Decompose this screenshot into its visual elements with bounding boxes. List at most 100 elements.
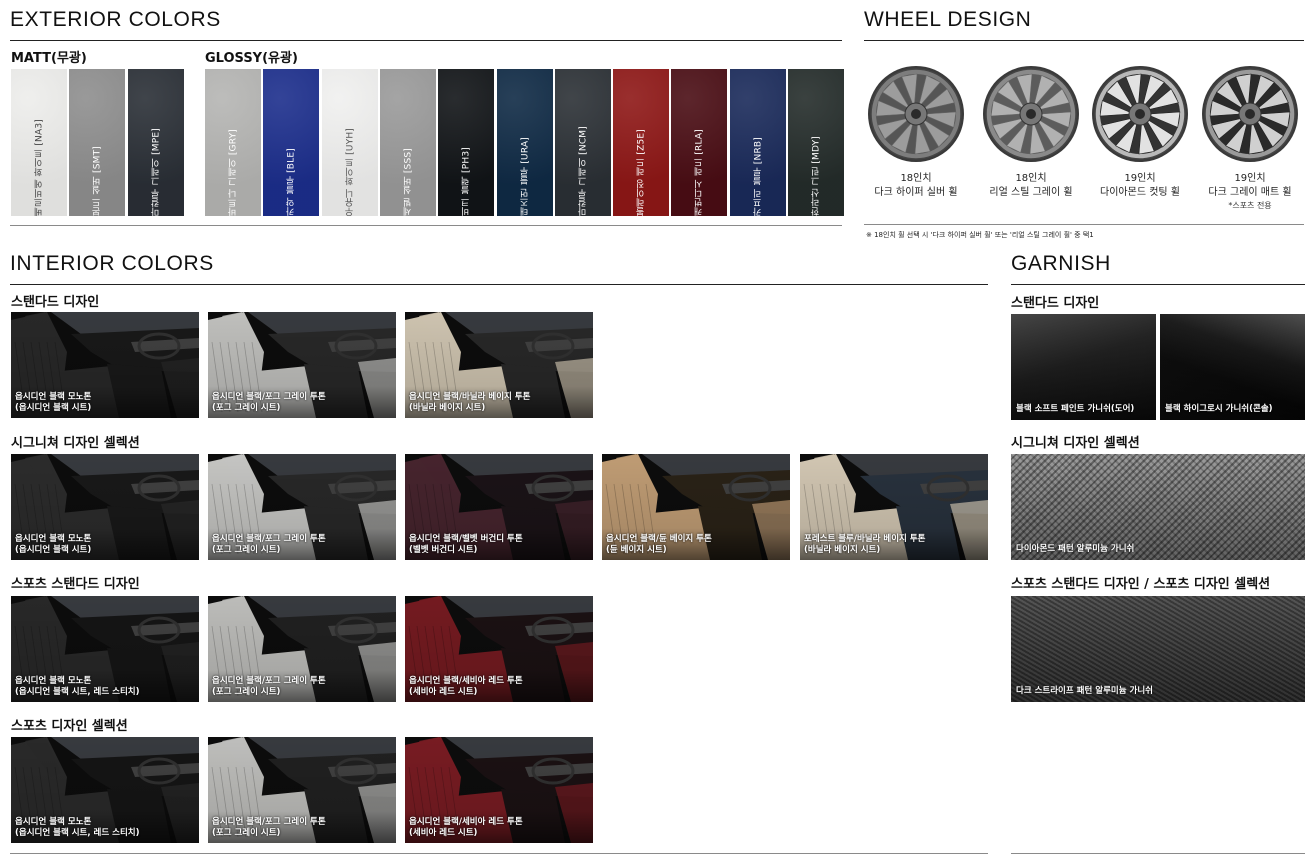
interior-caption-line1: 옵시디언 블랙/세비아 레드 투톤 [409, 676, 523, 686]
interior-caption-line2: (옵시디언 블랙 시트, 레드 스티치) [15, 687, 140, 697]
color-swatch[interactable]: 베르비에 화이트 [NA3] [11, 69, 67, 216]
garnish-caption: 다이아몬드 패턴 알루미늄 가니쉬 [1016, 544, 1135, 554]
interior-caption-line1: 옵시디언 블랙 모노톤 [15, 676, 92, 686]
interior-caption: 옵시디언 블랙/세비아 레드 투톤 (세비아 레드 시트) [409, 676, 523, 698]
color-swatch[interactable]: 마칼루 그레이 [MPE] [127, 69, 184, 216]
color-swatch[interactable]: 마칼루 그레이 [NCM] [554, 69, 611, 216]
interior-color-tile[interactable]: 포레스트 블루/바닐라 베이지 투톤 (바닐라 베이지 시트) [800, 454, 988, 560]
color-swatch-label: 볼레이징 레드 [Z5E] [636, 129, 647, 216]
interior-caption: 옵시디언 블랙 모노톤 (옵시디언 블랙 시트) [15, 392, 91, 414]
interior-color-tile[interactable]: 옵시디언 블랙/세비아 레드 투톤 (세비아 레드 시트) [405, 737, 593, 843]
color-swatch-label: 카약 블루 [BLE] [286, 148, 297, 216]
wheel-icon [1092, 66, 1188, 162]
wheel-bottom-divider [864, 224, 1304, 225]
interior-caption: 옵시디언 블랙/포그 그레이 투톤 (포그 그레이 시트) [212, 676, 326, 698]
interior-group-label: 스포츠 디자인 셀렉션 [11, 719, 128, 734]
wheel-icon [1202, 66, 1298, 162]
interior-color-tile[interactable]: 옵시디언 블랙/세비아 레드 투톤 (세비아 레드 시트) [405, 596, 593, 702]
interior-caption-line1: 옵시디언 블랙/벨벳 버건디 투톤 [409, 534, 523, 544]
wheel-size: 18인치 [900, 173, 932, 184]
wheel-size: 19인치 [1234, 173, 1266, 184]
wheel-size: 18인치 [1015, 173, 1047, 184]
color-swatch[interactable]: 볼레이징 레드 [Z5E] [613, 69, 670, 216]
wheel-image[interactable] [981, 64, 1081, 164]
wheel-name: 다이아몬드 컷팅 휠 [1100, 187, 1180, 198]
interior-caption-line1: 옵시디언 블랙/포그 그레이 투톤 [212, 676, 326, 686]
interior-caption-line1: 옵시디언 블랙 모노톤 [15, 534, 92, 544]
garnish-tile[interactable]: 블랙 소프트 페인트 가니쉬(도어) [1011, 314, 1156, 420]
garnish-group-label: 스포츠 스탠다드 디자인 / 스포츠 디자인 셀렉션 [1011, 577, 1271, 592]
interior-caption: 옵시디언 블랙/듄 베이지 투톤 (듄 베이지 시트) [606, 534, 712, 556]
garnish-caption: 다크 스트라이프 패턴 알루미늄 가니쉬 [1016, 686, 1153, 696]
color-swatch-label: 바트나 그레이 [GRY] [228, 128, 239, 217]
interior-color-tile[interactable]: 옵시디언 블랙/포그 그레이 투톤 (포그 그레이 시트) [208, 454, 396, 560]
interior-color-tile[interactable]: 옵시디언 블랙 모노톤 (옵시디언 블랙 시트, 레드 스티치) [11, 737, 199, 843]
wheel-icon [983, 66, 1079, 162]
interior-color-tile[interactable]: 옵시디언 블랙/듄 베이지 투톤 (듄 베이지 시트) [602, 454, 790, 560]
color-swatch-label: 비크 블랙 [PH3] [461, 147, 472, 216]
garnish-tile[interactable]: 다이아몬드 패턴 알루미늄 가니쉬 [1011, 454, 1305, 560]
interior-caption: 옵시디언 블랙/포그 그레이 투톤 (포그 그레이 시트) [212, 817, 326, 839]
wheel-icon [868, 66, 964, 162]
wheel-note: *스포츠 전용 [1228, 201, 1272, 210]
garnish-group-label: 시그니쳐 디자인 셀렉션 [1011, 436, 1140, 451]
interior-caption-line2: (옵시디언 블랙 시트, 레드 스티치) [15, 828, 140, 838]
color-swatch[interactable]: 비크 블랙 [PH3] [438, 69, 495, 216]
interior-caption: 옵시디언 블랙 모노톤 (옵시디언 블랙 시트, 레드 스티치) [15, 676, 140, 698]
garnish-tile[interactable]: 블랙 하이그로시 가니쉬(콘솔) [1160, 314, 1305, 420]
interior-group-label: 스포츠 스탠다드 디자인 [11, 577, 140, 592]
wheel-name: 리얼 스틸 그레이 휠 [989, 187, 1073, 198]
color-swatch[interactable]: 한라산 그린 [MDY] [788, 69, 844, 216]
color-swatch[interactable]: 본드 실버 [SMT] [69, 69, 126, 216]
interior-color-tile[interactable]: 옵시디언 블랙/포그 그레이 투톤 (포그 그레이 시트) [208, 596, 396, 702]
color-swatch[interactable]: 태즈먼 블루 [URA] [496, 69, 553, 216]
interior-caption-line2: (포그 그레이 시트) [212, 403, 281, 413]
interior-color-tile[interactable]: 옵시디언 블랙/포그 그레이 투톤 (포그 그레이 시트) [208, 737, 396, 843]
color-swatch-label: 카프리 블루 [NRB] [753, 136, 764, 216]
interior-caption-line2: (옵시디언 블랙 시트) [15, 545, 92, 555]
color-swatch[interactable]: 세빌 실버 [SSS] [379, 69, 436, 216]
interior-color-tile[interactable]: 옵시디언 블랙 모노톤 (옵시디언 블랙 시트) [11, 454, 199, 560]
wheel-image[interactable] [1200, 64, 1300, 164]
exterior-bottom-divider [10, 225, 842, 226]
interior-caption-line2: (포그 그레이 시트) [212, 687, 281, 697]
interior-caption-line1: 옵시디언 블랙/포그 그레이 투톤 [212, 534, 326, 544]
interior-color-tile[interactable]: 옵시디언 블랙/벨벳 버건디 투톤 (벨벳 버건디 시트) [405, 454, 593, 560]
exterior-title: EXTERIOR COLORS [10, 8, 221, 31]
color-swatch[interactable]: 캐번디시 레드 [RLA] [671, 69, 728, 216]
color-swatch[interactable]: 카약 블루 [BLE] [263, 69, 320, 216]
color-swatch-label: 마칼루 그레이 [NCM] [578, 125, 589, 216]
wheel-image[interactable] [866, 64, 966, 164]
interior-caption-line1: 옵시디언 블랙 모노톤 [15, 392, 92, 402]
garnish-group-label: 스탠다드 디자인 [1011, 296, 1100, 311]
wheel-size: 19인치 [1124, 173, 1156, 184]
wheel-name: 다크 그레이 매트 휠 [1208, 187, 1292, 198]
interior-group-label: 시그니쳐 디자인 셀렉션 [11, 436, 140, 451]
color-swatch[interactable]: 바트나 그레이 [GRY] [205, 69, 261, 216]
interior-bottom-divider [10, 853, 988, 854]
garnish-tile[interactable]: 다크 스트라이프 패턴 알루미늄 가니쉬 [1011, 596, 1305, 702]
interior-color-tile[interactable]: 옵시디언 블랙/바닐라 베이지 투톤 (바닐라 베이지 시트) [405, 312, 593, 418]
interior-caption-line1: 옵시디언 블랙/포그 그레이 투톤 [212, 392, 326, 402]
interior-caption-line2: (포그 그레이 시트) [212, 828, 281, 838]
interior-color-tile[interactable]: 옵시디언 블랙 모노톤 (옵시디언 블랙 시트, 레드 스티치) [11, 596, 199, 702]
interior-caption-line2: (세비아 레드 시트) [409, 828, 478, 838]
wheel-caption: 19인치다이아몬드 컷팅 휠 [1084, 172, 1196, 200]
interior-color-tile[interactable]: 옵시디언 블랙/포그 그레이 투톤 (포그 그레이 시트) [208, 312, 396, 418]
wheel-caption: 19인치다크 그레이 매트 휠 [1194, 172, 1306, 200]
interior-caption-line2: (벨벳 버건디 시트) [409, 545, 478, 555]
garnish-title: GARNISH [1011, 252, 1111, 275]
interior-caption-line1: 옵시디언 블랙/듄 베이지 투톤 [606, 534, 712, 544]
interior-divider [10, 284, 988, 285]
color-swatch[interactable]: 우유니 화이트 [UYH] [321, 69, 378, 216]
interior-caption: 옵시디언 블랙 모노톤 (옵시디언 블랙 시트) [15, 534, 91, 556]
interior-caption-line1: 옵시디언 블랙/바닐라 베이지 투톤 [409, 392, 531, 402]
interior-color-tile[interactable]: 옵시디언 블랙 모노톤 (옵시디언 블랙 시트) [11, 312, 199, 418]
color-swatch-label: 본드 실버 [SMT] [92, 146, 103, 216]
wheel-caption: 18인치 다크 하이퍼 실버 휠 [860, 172, 972, 200]
wheel-image[interactable] [1090, 64, 1190, 164]
interior-title: INTERIOR COLORS [10, 252, 214, 275]
garnish-divider [1011, 284, 1305, 285]
wheel-title: WHEEL DESIGN [864, 8, 1032, 31]
color-swatch[interactable]: 카프리 블루 [NRB] [729, 69, 786, 216]
